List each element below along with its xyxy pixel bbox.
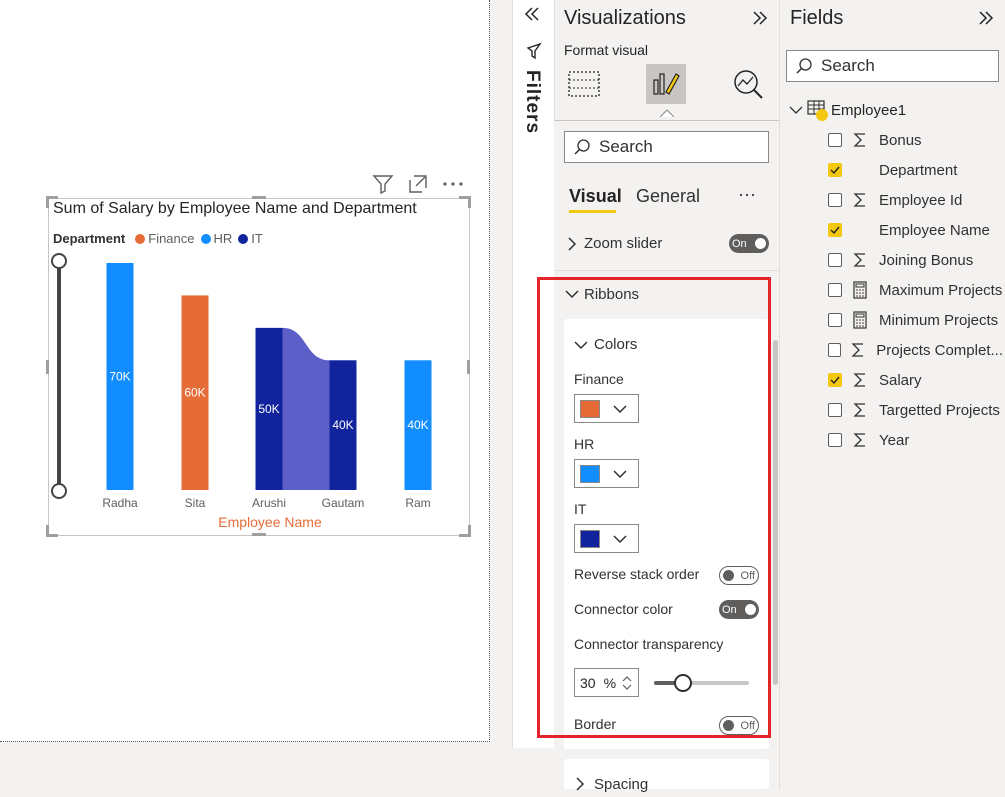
- field-name: Joining Bonus: [879, 251, 974, 269]
- field-row[interactable]: Bonus: [828, 125, 1003, 155]
- tab-general[interactable]: General: [636, 186, 700, 207]
- field-name: Employee Id: [879, 191, 963, 209]
- checkbox[interactable]: [828, 283, 842, 297]
- field-row[interactable]: Minimum Projects: [828, 305, 1003, 335]
- more-tabs-button[interactable]: ···: [738, 184, 756, 205]
- x-tick-label: Ram: [405, 496, 430, 510]
- sigma-icon: [849, 372, 871, 388]
- x-axis-label: Employee Name: [218, 514, 322, 530]
- data-label: 60K: [184, 386, 205, 400]
- data-label: 50K: [258, 402, 279, 416]
- field-row[interactable]: Projects Complet...: [828, 335, 1003, 365]
- check-badge-icon: [816, 109, 828, 121]
- canvas-footer: [0, 742, 512, 789]
- sigma-icon: [849, 252, 871, 268]
- chevron-down-icon: [789, 106, 803, 114]
- checkbox[interactable]: [828, 193, 842, 207]
- tab-visual-underline: [569, 210, 616, 213]
- search-icon: [796, 58, 812, 74]
- x-tick-label: Gautam: [322, 496, 365, 510]
- x-tick-label: Arushi: [252, 496, 286, 510]
- checkbox-checked[interactable]: [828, 373, 842, 387]
- data-label: 40K: [407, 418, 428, 432]
- toggle-knob: [755, 238, 766, 249]
- table-icon: [807, 100, 828, 121]
- data-label: 70K: [109, 370, 130, 384]
- field-name: Salary: [879, 371, 922, 389]
- field-row[interactable]: Targetted Projects: [828, 395, 1003, 425]
- chevron-right-icon[interactable]: [566, 236, 578, 257]
- format-visual-label: Format visual: [564, 42, 649, 58]
- highlight-box: [537, 277, 771, 738]
- field-name: Maximum Projects: [879, 281, 1003, 299]
- checkbox[interactable]: [828, 433, 842, 447]
- funnel-icon: [526, 42, 542, 65]
- field-row[interactable]: Employee Name: [828, 215, 1003, 245]
- checkbox[interactable]: [828, 313, 842, 327]
- field-row[interactable]: Maximum Projects: [828, 275, 1003, 305]
- collapse-filters-icon[interactable]: [522, 4, 542, 29]
- fields-title: Fields: [790, 7, 844, 29]
- field-name: Projects Complet...: [876, 341, 1003, 359]
- chevron-right-icon[interactable]: [574, 776, 586, 797]
- build-visual-icon[interactable]: [566, 66, 602, 107]
- x-tick-label: Sita: [185, 496, 206, 510]
- x-tick-label: Radha: [102, 496, 138, 510]
- sigma-icon: [849, 402, 871, 418]
- field-name: Targetted Projects: [879, 401, 1000, 419]
- viz-search-placeholder: Search: [599, 137, 653, 156]
- field-name: Employee Name: [879, 221, 990, 239]
- filters-label[interactable]: Filters: [521, 70, 543, 134]
- table-name: Employee1: [831, 101, 907, 119]
- zoom-slider-toggle[interactable]: On: [729, 234, 769, 253]
- checkbox[interactable]: [828, 403, 842, 417]
- spacing-label[interactable]: Spacing: [594, 776, 648, 793]
- zoom-slider-toggle-text: On: [732, 237, 747, 250]
- data-label: 40K: [332, 418, 353, 432]
- sigma-icon: [849, 132, 871, 148]
- sigma-icon: [849, 192, 871, 208]
- expand-visualizations-icon[interactable]: [750, 8, 770, 33]
- field-name: Department: [879, 161, 958, 179]
- checkbox-checked[interactable]: [828, 223, 842, 237]
- field-row[interactable]: Joining Bonus: [828, 245, 1003, 275]
- calculator-icon: [849, 281, 871, 299]
- field-list: Bonus Department Employee Id Employee Name J…: [828, 125, 1003, 455]
- field-name: Year: [879, 431, 910, 449]
- checkbox-checked[interactable]: [828, 163, 842, 177]
- tab-visual[interactable]: Visual: [569, 186, 622, 207]
- checkbox[interactable]: [828, 253, 842, 267]
- visualizations-title: Visualizations: [564, 7, 686, 29]
- checkbox[interactable]: [828, 133, 842, 147]
- sigma-icon: [849, 432, 871, 448]
- fields-search-input[interactable]: Search: [786, 50, 999, 82]
- sigma-icon: [848, 342, 868, 358]
- field-row[interactable]: Department: [828, 155, 1003, 185]
- calculator-icon: [849, 311, 871, 329]
- field-name: Bonus: [879, 131, 922, 149]
- field-name: Minimum Projects: [879, 311, 999, 329]
- expand-fields-icon[interactable]: [976, 8, 996, 33]
- field-row[interactable]: Employee Id: [828, 185, 1003, 215]
- field-row[interactable]: Salary: [828, 365, 1003, 395]
- analytics-icon[interactable]: [730, 66, 766, 107]
- chart-plot: 70K 60K 50K 40K 40K Radha Sita Arushi Gautam Ram: [102, 263, 432, 510]
- scrollbar[interactable]: [773, 340, 778, 685]
- ribbon-connector: [282, 327, 330, 490]
- field-row[interactable]: Year: [828, 425, 1003, 455]
- checkbox[interactable]: [828, 343, 842, 357]
- zoom-slider-label[interactable]: Zoom slider: [584, 235, 662, 252]
- selected-tab-pointer: [659, 104, 675, 118]
- table-employee1[interactable]: Employee1: [788, 100, 907, 121]
- viz-search-input[interactable]: Search: [564, 131, 769, 163]
- fields-search-placeholder: Search: [821, 56, 875, 75]
- format-visual-icon[interactable]: [646, 64, 686, 104]
- search-icon: [574, 139, 590, 155]
- divider: [554, 270, 779, 271]
